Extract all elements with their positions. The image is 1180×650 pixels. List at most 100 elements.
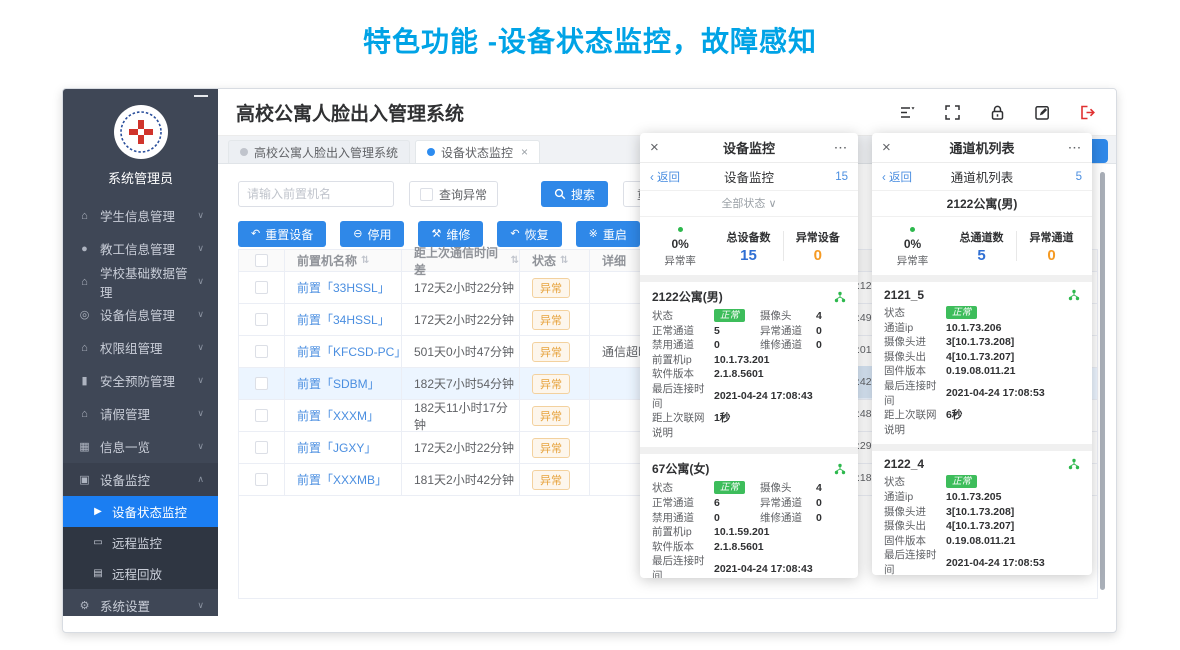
device-info-icon: ◎ (77, 308, 92, 321)
device-card[interactable]: 2122公寓(男) 状态正常摄像头4 正常通道5异常通道0 禁用通道0维修通道0… (640, 282, 858, 447)
sidebar-item-staff[interactable]: ● 教工信息管理 ∨ (63, 232, 218, 265)
fullscreen-icon[interactable] (944, 104, 961, 121)
row-checkbox[interactable] (255, 409, 268, 422)
channel-count: 5 (1030, 171, 1082, 183)
reset-device-button[interactable]: ↶ 重置设备 (238, 221, 326, 247)
sidebar-collapse-icon[interactable] (194, 95, 208, 97)
channel-card[interactable]: 2121_5 状态正常 通道ip10.1.73.206 摄像头进3[10.1.7… (872, 282, 1092, 444)
chevron-down-icon: ∨ (197, 441, 204, 452)
channel-name: 2121_5 (884, 288, 1068, 302)
logout-icon[interactable] (1079, 104, 1096, 121)
chevron-down-icon: ∨ (197, 243, 204, 254)
staff-icon: ● (77, 243, 92, 255)
tab-dot-icon (427, 148, 435, 156)
row-checkbox[interactable] (255, 345, 268, 358)
chevron-up-icon: ∧ (197, 474, 204, 485)
sidebar-item-settings[interactable]: ⚙ 系统设置 ∨ (63, 589, 218, 622)
sidebar-item-device-status-monitor[interactable]: ▶ 设备状态监控 (63, 496, 218, 527)
chevron-down-icon: ∨ (197, 309, 204, 320)
disable-button[interactable]: ⊖ 停用 (340, 221, 404, 247)
chevron-down-icon: ∨ (197, 375, 204, 386)
sidebar-item-remote-playback[interactable]: ▤ 远程回放 (63, 558, 218, 589)
column-header: 状态 (532, 252, 556, 269)
status-badge: 正常 (714, 309, 745, 322)
sidebar-item-students[interactable]: ⌂ 学生信息管理 ∨ (63, 199, 218, 232)
device-link[interactable]: 前置「SDBM」 (297, 375, 380, 392)
sidebar-item-security[interactable]: ▮ 安全预防管理 ∨ (63, 364, 218, 397)
sidebar-item-leave[interactable]: ⌂ 请假管理 ∨ (63, 397, 218, 430)
row-checkbox[interactable] (255, 377, 268, 390)
online-dot-icon (678, 227, 683, 232)
sort-icon[interactable]: ⇅ (511, 255, 519, 266)
hidden-column-fragment: :12 (857, 270, 872, 302)
device-link[interactable]: 前置「JGXY」 (297, 439, 376, 456)
total-devices: 15 (714, 247, 782, 264)
network-tree-icon[interactable] (1068, 458, 1080, 470)
device-card[interactable]: 67公寓(女) 状态正常摄像头4 正常通道6异常通道0 禁用通道0维修通道0 前… (640, 454, 858, 578)
tab-device-status-monitor[interactable]: 设备状态监控 × (415, 140, 540, 163)
network-tree-icon[interactable] (834, 291, 846, 303)
row-checkbox[interactable] (255, 441, 268, 454)
tab-close-icon[interactable]: × (521, 145, 528, 159)
channel-stats: 0% 异常率 总通道数 5 异常通道 0 (872, 217, 1092, 275)
device-link[interactable]: 前置「XXXM」 (297, 407, 379, 424)
edit-icon[interactable] (1034, 104, 1051, 121)
close-icon[interactable]: × (650, 139, 672, 156)
status-filter-dropdown[interactable]: 全部状态 ∨ (640, 191, 858, 217)
reboot-button[interactable]: ※ 重启 (576, 221, 640, 247)
remote-monitor-icon: ▭ (91, 537, 105, 548)
sidebar-item-info-overview[interactable]: ▦ 信息一览 ∨ (63, 430, 218, 463)
collapse-menu-icon[interactable] (899, 104, 916, 121)
close-icon[interactable]: × (882, 139, 904, 156)
panel-subtitle: 设备监控 (702, 167, 796, 186)
row-checkbox[interactable] (255, 473, 268, 486)
sort-icon[interactable]: ⇅ (361, 255, 369, 266)
sidebar-item-permissions[interactable]: ⌂ 权限组管理 ∨ (63, 331, 218, 364)
tab-home[interactable]: 高校公寓人脸出入管理系统 (228, 140, 410, 163)
info-overview-icon: ▦ (77, 440, 92, 453)
more-icon[interactable]: ··· (826, 142, 848, 154)
status-monitor-icon: ▶ (91, 506, 105, 517)
playback-icon: ▤ (91, 568, 105, 579)
lock-icon[interactable] (989, 104, 1006, 121)
device-link[interactable]: 前置「XXXMB」 (297, 471, 387, 488)
channel-card[interactable]: 2122_4 状态正常 通道ip10.1.73.205 摄像头进3[10.1.7… (872, 451, 1092, 575)
chevron-down-icon: ∨ (197, 210, 204, 221)
status-badge: 异常 (532, 374, 570, 394)
sidebar-item-school-data[interactable]: ⌂ 学校基础数据管理 ∨ (63, 265, 218, 298)
device-link[interactable]: 前置「34HSSL」 (297, 311, 390, 328)
back-button[interactable]: ‹ 返回 (882, 169, 934, 185)
sidebar-item-remote-monitor[interactable]: ▭ 远程监控 (63, 527, 218, 558)
device-link[interactable]: 前置「KFCSD-PC」 (297, 343, 401, 360)
network-tree-icon[interactable] (834, 463, 846, 475)
network-tree-icon[interactable] (1068, 289, 1080, 301)
header-icons (899, 104, 1096, 121)
hidden-column-fragment: :49 (857, 302, 872, 334)
repair-icon: ⚒ (431, 229, 441, 240)
query-abnormal-checkbox-group[interactable]: 查询异常 (409, 181, 498, 207)
column-header: 前置机名称 (297, 252, 357, 269)
restore-icon: ↶ (510, 229, 519, 240)
row-checkbox[interactable] (255, 313, 268, 326)
settings-icon: ⚙ (77, 599, 92, 612)
sidebar-item-device-monitor[interactable]: ▣ 设备监控 ∧ (63, 463, 218, 496)
search-button[interactable]: 搜索 (541, 181, 608, 207)
select-all-checkbox[interactable] (255, 254, 268, 267)
row-checkbox[interactable] (255, 281, 268, 294)
school-logo (114, 105, 168, 159)
more-icon[interactable]: ··· (1060, 142, 1082, 154)
status-badge: 异常 (532, 342, 570, 362)
back-button[interactable]: ‹ 返回 (650, 169, 702, 185)
restore-button[interactable]: ↶ 恢复 (497, 221, 561, 247)
status-badge: 异常 (532, 406, 570, 426)
sort-icon[interactable]: ⇅ (560, 255, 568, 266)
device-link[interactable]: 前置「33HSSL」 (297, 279, 390, 296)
checkbox-icon[interactable] (420, 188, 433, 201)
vertical-scrollbar[interactable] (1100, 172, 1105, 590)
status-badge: 异常 (532, 438, 570, 458)
frontend-name-input[interactable] (238, 181, 394, 207)
status-badge: 正常 (946, 306, 977, 319)
sidebar-item-device-info[interactable]: ◎ 设备信息管理 ∨ (63, 298, 218, 331)
hidden-column-fragment: :01 (857, 334, 872, 366)
device-name: 2122公寓(男) (652, 288, 834, 305)
